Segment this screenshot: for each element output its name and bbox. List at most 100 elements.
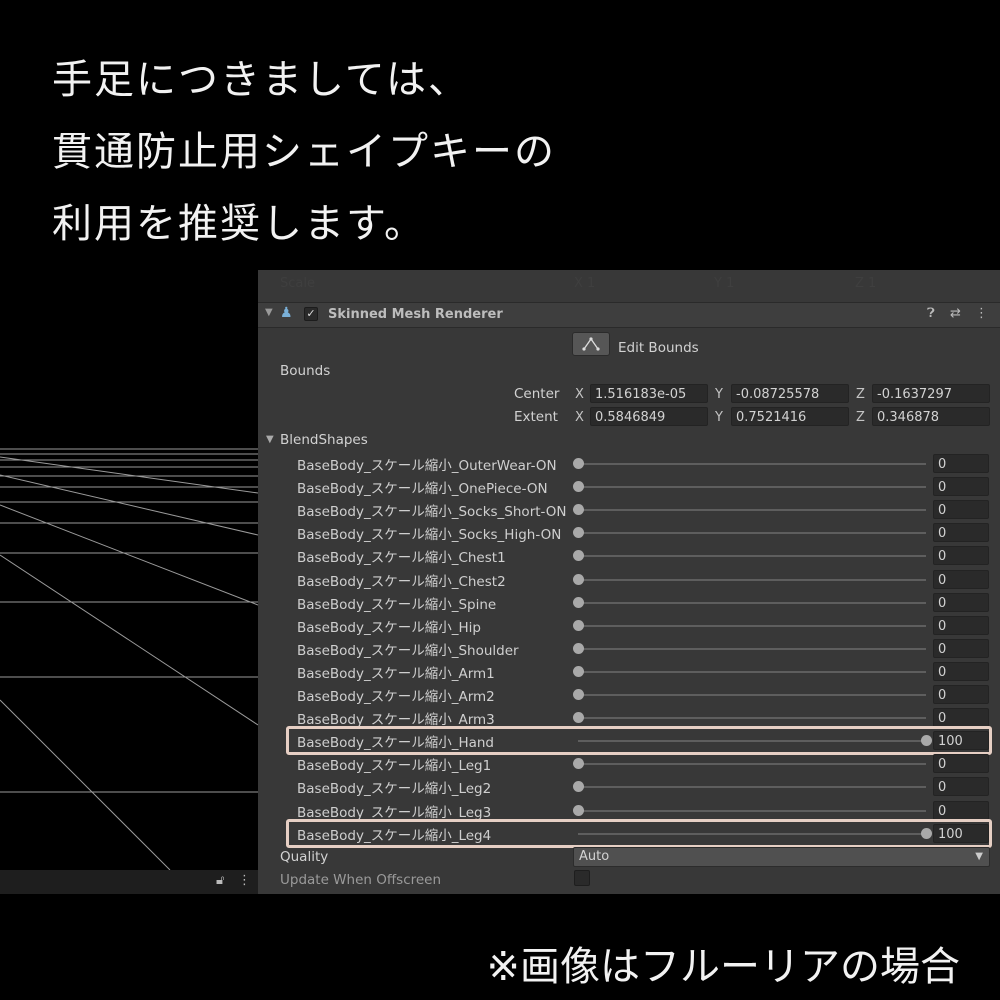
blendshape-label: BaseBody_スケール縮小_Socks_High-ON	[297, 527, 562, 544]
scene-grid	[0, 448, 258, 870]
blendshape-value-field[interactable]: 0	[933, 569, 989, 589]
blendshape-slider-thumb[interactable]	[573, 481, 584, 493]
foldout-arrow-icon[interactable]: ▼	[265, 307, 273, 318]
blendshape-label: BaseBody_スケール縮小_Arm1	[297, 665, 495, 682]
component-title: Skinned Mesh Renderer	[328, 307, 503, 322]
lock-icon[interactable]: 🔓︎	[216, 873, 224, 888]
blendshape-row: BaseBody_スケール縮小_Socks_High-ON 0	[258, 521, 1000, 544]
blendshape-value-field[interactable]: 0	[933, 546, 989, 566]
extent-y-field[interactable]: 0.7521416	[731, 407, 849, 426]
edit-bounds-button[interactable]	[572, 332, 610, 356]
center-y-field[interactable]: -0.08725578	[731, 384, 849, 403]
quality-label: Quality	[280, 849, 329, 865]
center-y-axis: Y	[715, 387, 723, 402]
blendshape-row: BaseBody_スケール縮小_Arm1 0	[258, 660, 1000, 683]
extent-z-field[interactable]: 0.346878	[872, 407, 990, 426]
blendshape-label: BaseBody_スケール縮小_Arm3	[297, 712, 495, 729]
blendshape-slider-track[interactable]	[578, 509, 926, 512]
blendshape-value-field[interactable]: 0	[933, 800, 989, 820]
preset-icon[interactable]: ⇄	[950, 306, 961, 321]
kebab-menu-icon[interactable]: ⋮	[975, 306, 988, 321]
blendshape-slider-track[interactable]	[578, 786, 926, 789]
blendshape-value-field[interactable]: 0	[933, 638, 989, 658]
blendshape-slider-thumb[interactable]	[573, 527, 584, 539]
blendshape-slider-track[interactable]	[578, 578, 926, 581]
blendshape-slider-track[interactable]	[578, 809, 926, 812]
blendshape-value-field[interactable]: 0	[933, 685, 989, 704]
blendshape-value-field[interactable]: 0	[933, 477, 989, 497]
blendshape-value-field[interactable]: 0	[933, 708, 989, 728]
component-header[interactable]: ▼ ♟︎ ✓ Skinned Mesh Renderer ❓︎ ⇄ ⋮	[258, 302, 1000, 328]
update-offscreen-checkbox[interactable]	[574, 870, 590, 886]
blendshape-slider-track[interactable]	[578, 694, 926, 696]
blendshape-label: BaseBody_スケール縮小_Leg3	[297, 804, 492, 821]
scene-toolbar: 🔓︎ ⋮	[0, 870, 258, 894]
highlight-frame	[286, 726, 992, 756]
extent-z-axis: Z	[856, 410, 865, 425]
blendshape-slider-thumb[interactable]	[573, 689, 584, 700]
blendshape-value-field[interactable]: 0	[933, 523, 989, 543]
blendshape-label: BaseBody_スケール縮小_Leg2	[297, 781, 492, 798]
blendshape-value-field[interactable]: 0	[933, 500, 989, 520]
center-x-field[interactable]: 1.516183e-05	[590, 384, 708, 403]
blendshapes-label[interactable]: BlendShapes	[280, 432, 368, 448]
center-x-axis: X	[575, 387, 584, 402]
blendshape-row: BaseBody_スケール縮小_Arm2 0	[258, 683, 1000, 706]
edit-bounds-label: Edit Bounds	[618, 340, 699, 356]
blendshape-slider-thumb[interactable]	[573, 712, 584, 724]
blendshape-slider-thumb[interactable]	[573, 504, 584, 516]
blendshape-row: BaseBody_スケール縮小_Shoulder 0	[258, 637, 1000, 660]
scale-x: X 1	[574, 276, 596, 291]
blendshape-row: BaseBody_スケール縮小_Chest1 0	[258, 544, 1000, 567]
blendshape-slider-track[interactable]	[578, 463, 926, 465]
blendshape-slider-thumb[interactable]	[573, 550, 584, 562]
scale-y: Y 1	[714, 276, 735, 291]
blendshape-slider-thumb[interactable]	[573, 458, 584, 469]
blendshape-slider-thumb[interactable]	[573, 619, 584, 631]
extent-x-field[interactable]: 0.5846849	[590, 407, 708, 426]
component-enabled-checkbox[interactable]: ✓	[304, 307, 318, 321]
blendshape-label: BaseBody_スケール縮小_Shoulder	[297, 642, 519, 659]
blendshape-row: BaseBody_スケール縮小_OuterWear-ON 0	[258, 452, 1000, 475]
blendshape-label: BaseBody_スケール縮小_Arm2	[297, 689, 495, 705]
center-label: Center	[514, 386, 560, 402]
blendshape-slider-track[interactable]	[578, 532, 926, 535]
center-z-field[interactable]: -0.1637297	[872, 384, 990, 403]
dropdown-arrow-icon: ▼	[975, 851, 983, 862]
blendshape-slider-thumb[interactable]	[573, 642, 584, 654]
blendshape-slider-thumb[interactable]	[573, 665, 584, 677]
kebab-menu-icon[interactable]: ⋮	[238, 873, 251, 888]
extent-x-axis: X	[575, 410, 584, 425]
blendshape-value-field[interactable]: 0	[933, 754, 989, 774]
image-note: ※画像はフルーリアの場合	[486, 944, 960, 990]
blendshape-slider-track[interactable]	[578, 486, 926, 489]
blendshape-slider-track[interactable]	[578, 555, 926, 558]
blendshape-label: BaseBody_スケール縮小_OuterWear-ON	[297, 458, 557, 474]
caption-line-3: 利用を推奨します。	[52, 201, 426, 247]
blendshape-slider-track[interactable]	[578, 647, 926, 650]
update-offscreen-label: Update When Offscreen	[280, 872, 442, 888]
bounds-edit-icon	[582, 337, 600, 351]
blendshape-value-field[interactable]: 0	[933, 615, 989, 635]
blendshape-slider-thumb[interactable]	[573, 596, 584, 608]
blendshape-row: BaseBody_スケール縮小_Leg1 0	[258, 752, 1000, 775]
help-icon[interactable]: ❓︎	[927, 306, 935, 321]
blendshape-slider-thumb[interactable]	[573, 758, 584, 770]
blendshape-label: BaseBody_スケール縮小_Chest1	[297, 550, 506, 567]
blendshapes-foldout-icon[interactable]: ▼	[266, 434, 274, 445]
scene-view[interactable]	[0, 445, 258, 870]
blendshape-slider-thumb[interactable]	[573, 781, 584, 793]
blendshape-value-field[interactable]: 0	[933, 592, 989, 612]
blendshape-slider-track[interactable]	[578, 601, 926, 604]
blendshape-slider-track[interactable]	[578, 763, 926, 766]
blendshape-slider-track[interactable]	[578, 670, 926, 673]
bounds-label: Bounds	[280, 363, 331, 379]
blendshape-slider-track[interactable]	[578, 717, 926, 720]
blendshape-value-field[interactable]: 0	[933, 454, 989, 473]
blendshape-value-field[interactable]: 0	[933, 777, 989, 797]
blendshape-slider-track[interactable]	[578, 624, 926, 627]
blendshape-slider-thumb[interactable]	[573, 573, 584, 585]
quality-dropdown[interactable]: Auto ▼	[573, 847, 990, 867]
blendshape-value-field[interactable]: 0	[933, 661, 989, 681]
blendshape-slider-thumb[interactable]	[573, 804, 584, 816]
